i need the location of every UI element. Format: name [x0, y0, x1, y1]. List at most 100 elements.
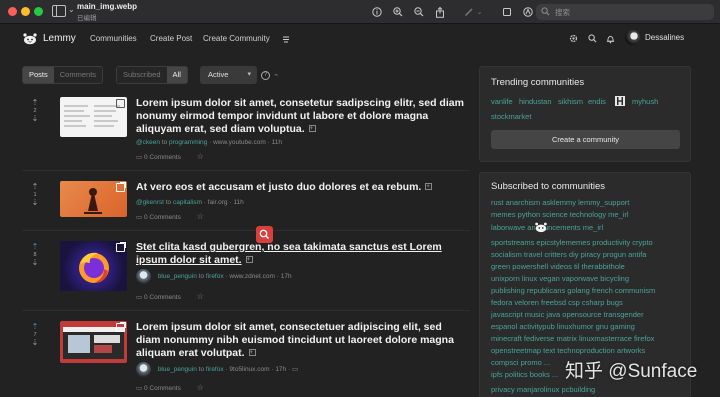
markup-pen-icon[interactable]: ⌄: [450, 4, 496, 20]
rotate-icon[interactable]: [496, 4, 517, 20]
annotate-icon[interactable]: [517, 4, 538, 20]
author-avatar[interactable]: [136, 269, 151, 284]
upvote-icon[interactable]: ⇡: [28, 323, 42, 331]
nav-create-community[interactable]: Create Community: [203, 34, 270, 43]
subscribed-community-row[interactable]: fedora veloren freebsd csp csharp bugs: [491, 297, 623, 308]
subscribed-community-row[interactable]: ipfs politics books ...: [491, 369, 558, 380]
post-domain[interactable]: www.youtube.com: [213, 139, 266, 146]
search-input[interactable]: 搜索: [536, 4, 714, 20]
post-title[interactable]: Lorem ipsum dolor sit amet, consectetuer…: [136, 321, 466, 360]
post-author[interactable]: blue_penguin: [158, 273, 197, 280]
comment-icon[interactable]: ▭: [136, 294, 142, 301]
zoom-in-icon[interactable]: [387, 4, 408, 20]
zoom-out-icon[interactable]: [408, 4, 429, 20]
post-thumbnail[interactable]: [60, 181, 127, 217]
post-title[interactable]: Lorem ipsum dolor sit amet, consetetur s…: [136, 97, 466, 136]
post-community[interactable]: firefox: [206, 273, 224, 280]
subscribed-community-row[interactable]: unixporn linux vegan vaporwave bicycling: [491, 273, 629, 284]
external-link-icon[interactable]: [116, 98, 126, 108]
post-thumbnail[interactable]: [60, 241, 127, 291]
username[interactable]: Dessalines: [645, 33, 684, 42]
sidebar-toggle-icon[interactable]: [52, 5, 66, 17]
expand-icon[interactable]: [308, 123, 316, 136]
close-window-button[interactable]: [8, 7, 17, 16]
expand-icon[interactable]: [425, 181, 433, 194]
post-thumbnail[interactable]: [60, 321, 127, 363]
community-link[interactable]: hindustan: [519, 97, 552, 106]
notification-bell-icon[interactable]: [606, 34, 615, 44]
external-link-icon[interactable]: [116, 242, 126, 252]
downvote-icon[interactable]: ⇣: [28, 259, 42, 267]
comments-link[interactable]: 0 Comments: [144, 214, 181, 221]
listing-subscribed-button[interactable]: Subscribed: [117, 67, 167, 83]
post-domain[interactable]: fair.org: [208, 199, 228, 206]
post-author[interactable]: blue_penguin: [158, 366, 197, 373]
post-community[interactable]: firefox: [206, 366, 224, 373]
post-domain[interactable]: www.zdnet.com: [229, 273, 275, 280]
subscribed-community-row[interactable]: memes python science technology me_irl: [491, 209, 629, 220]
minimize-window-button[interactable]: [21, 7, 30, 16]
nav-create-post[interactable]: Create Post: [150, 34, 192, 43]
help-icon[interactable]: ?: [261, 71, 270, 80]
listing-all-button[interactable]: All: [166, 67, 187, 83]
create-community-button[interactable]: Create a community: [491, 130, 680, 149]
user-avatar[interactable]: [625, 30, 640, 45]
search-icon[interactable]: [588, 34, 597, 43]
lemmy-logo-icon[interactable]: [22, 33, 38, 45]
subscribed-community-row[interactable]: rust anarchism asklemmy lemmy_support: [491, 197, 629, 208]
post-community[interactable]: programming: [169, 139, 207, 146]
external-link-icon[interactable]: [116, 322, 126, 332]
community-link[interactable]: sikhism: [558, 97, 583, 106]
post-author[interactable]: @gkenrst: [136, 199, 164, 206]
downvote-icon[interactable]: ⇣: [28, 339, 42, 347]
post-community[interactable]: capitalism: [173, 199, 202, 206]
subscribed-community-row[interactable]: espanol activitypub linuxhumor gnu gamin…: [491, 321, 635, 332]
expand-icon[interactable]: [248, 347, 256, 360]
subscribed-community-row[interactable]: publishing republicans golang french com…: [491, 285, 655, 296]
share-icon[interactable]: [429, 4, 450, 20]
community-link[interactable]: endis: [588, 97, 606, 106]
comment-icon[interactable]: ▭: [136, 214, 142, 221]
comments-link[interactable]: 0 Comments: [144, 385, 181, 392]
upvote-icon[interactable]: ⇡: [28, 243, 42, 251]
upvote-icon[interactable]: ⇡: [28, 99, 42, 107]
save-star-icon[interactable]: ☆: [197, 152, 204, 161]
subscribed-community-row[interactable]: sportstreams epicstylememes productivity…: [491, 237, 653, 248]
save-star-icon[interactable]: ☆: [197, 383, 204, 392]
settings-gear-icon[interactable]: [569, 34, 578, 43]
external-link-icon[interactable]: [116, 182, 126, 192]
post-domain[interactable]: 9to5linux.com: [229, 366, 269, 373]
downvote-icon[interactable]: ⇣: [28, 199, 42, 207]
comment-icon[interactable]: ▭: [136, 154, 142, 161]
community-link[interactable]: stockmarket: [491, 112, 531, 121]
zoom-window-button[interactable]: [34, 7, 43, 16]
subscribed-community-row[interactable]: compsci promo ...: [491, 357, 550, 368]
downvote-icon[interactable]: ⇣: [28, 115, 42, 123]
post-title[interactable]: At vero eos et accusam et justo duo dolo…: [136, 181, 466, 194]
crosspost-icon[interactable]: ▭: [292, 366, 298, 373]
post-thumbnail[interactable]: [60, 97, 127, 137]
community-link[interactable]: myhush: [632, 97, 658, 106]
post-author[interactable]: @ckeen: [136, 139, 160, 146]
view-comments-button[interactable]: Comments: [53, 67, 103, 83]
comment-icon[interactable]: ▭: [136, 385, 142, 392]
author-avatar[interactable]: [136, 362, 151, 377]
comments-link[interactable]: 0 Comments: [144, 294, 181, 301]
upvote-icon[interactable]: ⇡: [28, 183, 42, 191]
donate-icon[interactable]: [282, 35, 290, 44]
subscribed-community-row[interactable]: minecraft fediverse matrix linuxmasterra…: [491, 333, 654, 344]
chevron-down-icon[interactable]: ⌄: [68, 5, 75, 14]
sort-select[interactable]: Active: [200, 66, 257, 84]
subscribed-community-row[interactable]: green powershell videos til therabbithol…: [491, 261, 625, 272]
subscribed-community-row[interactable]: socialism travel critters diy piracy pro…: [491, 249, 646, 260]
post-title[interactable]: Stet clita kasd gubergren, no sea takima…: [136, 241, 466, 267]
subscribed-community-row[interactable]: openstreetmap text technoproduction artw…: [491, 345, 645, 356]
comments-link[interactable]: 0 Comments: [144, 154, 181, 161]
community-link[interactable]: vanlife: [491, 97, 513, 106]
rss-icon[interactable]: ⌁: [274, 71, 278, 79]
info-icon[interactable]: [366, 4, 387, 20]
nav-communities[interactable]: Communities: [90, 34, 137, 43]
save-star-icon[interactable]: ☆: [197, 292, 204, 301]
subscribed-community-row[interactable]: javascript music java opensource transge…: [491, 309, 644, 320]
expand-icon[interactable]: [245, 254, 253, 267]
